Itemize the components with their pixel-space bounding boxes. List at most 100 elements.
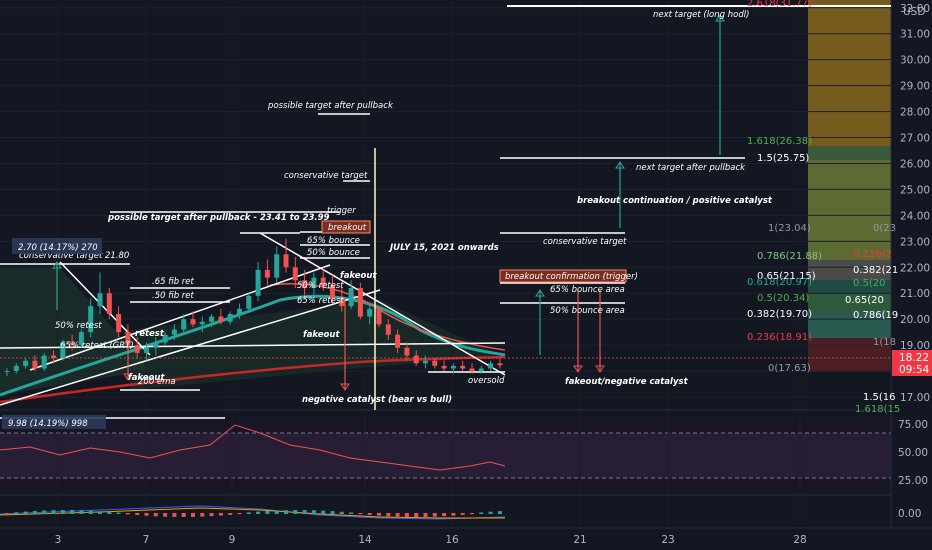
macd-bar — [367, 513, 372, 515]
annotation-fakeout-1: fakeout — [340, 271, 377, 281]
price-badge-countdown: 09:54 — [899, 364, 930, 376]
macd-bar — [163, 513, 168, 517]
annotation-measure: 2.70 (14.17%) 270 — [18, 243, 98, 253]
macd-bar — [153, 513, 158, 517]
fib-right-label: 0(23 — [873, 223, 896, 234]
candle-body — [357, 288, 363, 317]
fib-level-label: 0.382(19.70) — [747, 309, 812, 320]
rsi-band — [0, 433, 891, 478]
annotation-bounce65-right: 65% bounce area — [550, 285, 625, 295]
time-tick: 21 — [573, 534, 586, 546]
price-tick: 24.00 — [900, 210, 930, 222]
candle-body — [218, 316, 224, 322]
macd-bar — [172, 513, 177, 517]
price-tick: 27.00 — [900, 133, 930, 145]
candle-body — [404, 347, 410, 356]
annotation-fib-50: .50 fib ret — [152, 291, 195, 301]
annotation-negative-catalyst: negative catalyst (bear vs bull) — [302, 395, 452, 405]
fib-level-label: 0.786(21.88) — [757, 251, 822, 262]
price-tick: 21.00 — [900, 288, 930, 300]
candle-body — [116, 313, 122, 333]
candle-body — [264, 269, 270, 278]
annotation-breakout-confirmation: breakout confirmation (trigger) — [505, 272, 638, 282]
price-tick: 31.00 — [900, 29, 930, 41]
macd-bar — [60, 510, 65, 514]
price-tick: 22.00 — [900, 262, 930, 274]
macd-bar — [479, 512, 484, 514]
candle-body — [227, 313, 233, 322]
macd-bar — [135, 513, 140, 516]
macd-bar — [237, 513, 242, 515]
candle-body — [283, 254, 289, 268]
candle-body — [144, 347, 149, 353]
annotation-conservative-target-left: conservative target — [284, 171, 368, 181]
candle-body — [376, 308, 382, 325]
macd-bar — [200, 513, 205, 517]
fib-zone-1 — [808, 160, 891, 260]
macd-bar — [497, 511, 502, 514]
annotation-bounce50: 50% bounce — [307, 248, 360, 258]
currency-label: USD — [903, 6, 925, 18]
macd-bar — [470, 513, 474, 515]
macd-bar — [451, 513, 456, 516]
annotation-200-ema: 200 ema — [138, 377, 176, 387]
candle-body — [497, 363, 503, 366]
fib-level-label: 2.618(31.77) — [747, 0, 812, 9]
candle-body — [106, 293, 112, 314]
candle-body — [255, 269, 261, 296]
price-tick: 26.00 — [900, 158, 930, 170]
fib-right-label: 0.382(21 — [853, 265, 898, 276]
annotation-fakeout-2: fakeout — [303, 330, 340, 340]
candle-body — [171, 329, 177, 335]
macd-bar — [311, 510, 316, 514]
macd-bar — [404, 513, 409, 517]
price-tick: 28.00 — [900, 107, 930, 119]
annotation-retest-65-left: 65% retest (GRT) — [60, 341, 134, 351]
macd-bar — [42, 510, 47, 514]
annotation-next-target-long: next target (long hodl) — [653, 10, 749, 20]
time-tick: 7 — [143, 534, 150, 546]
rsi-tick: 25.00 — [898, 475, 928, 487]
candle-body — [292, 267, 298, 281]
candle-body — [395, 334, 401, 348]
fib-right-label: 0.5(20 — [853, 278, 886, 289]
macd-bar — [246, 512, 251, 514]
fib-right-label: 1.5(16 — [863, 392, 896, 403]
macd-bar — [209, 513, 214, 517]
price-badge-value: 18.22 — [899, 352, 929, 364]
macd-bar — [284, 510, 288, 514]
macd-bar — [218, 513, 223, 516]
macd-tick: 0.00 — [898, 508, 921, 520]
price-tick: 25.00 — [900, 184, 930, 196]
annotation-possible-target-top: possible target after pullback — [267, 101, 394, 111]
macd-bar — [5, 513, 9, 514]
macd-bar — [395, 513, 400, 517]
trading-chart[interactable]: 2.618(31.77) 1.618(26.38) 1.5(25.75) 1(23.0… — [0, 0, 932, 550]
candle-body — [460, 365, 466, 369]
candle-body — [385, 324, 391, 335]
macd-bar — [442, 513, 447, 517]
fib-right-label: 1.618(15 — [855, 404, 900, 415]
candle-body — [348, 288, 354, 307]
macd-bar — [321, 510, 326, 514]
candle-body — [23, 360, 29, 366]
candle-body — [413, 355, 419, 364]
fib-level-label: 1.5(25.75) — [757, 153, 809, 164]
price-tick: 20.00 — [900, 314, 930, 326]
price-tick: 17.00 — [900, 392, 930, 404]
fib-level-label: 0.618(20.97) — [747, 277, 812, 288]
candle-body — [181, 319, 187, 330]
macd-bar — [228, 513, 233, 515]
macd-bar — [191, 513, 195, 517]
macd-bar — [358, 513, 363, 515]
annotation-fib-65: .65 fib ret — [152, 277, 195, 287]
candle-body — [478, 368, 484, 372]
annotation-july-15: JULY 15, 2021 onwards — [388, 243, 499, 253]
macd-bar — [432, 513, 437, 517]
annotation-conservative-target-right: conservative target — [543, 237, 627, 247]
macd-bar — [256, 511, 261, 514]
candle-body — [432, 360, 438, 366]
candle-body — [4, 371, 10, 373]
macd-bar — [51, 510, 56, 514]
macd-bar — [302, 510, 307, 514]
